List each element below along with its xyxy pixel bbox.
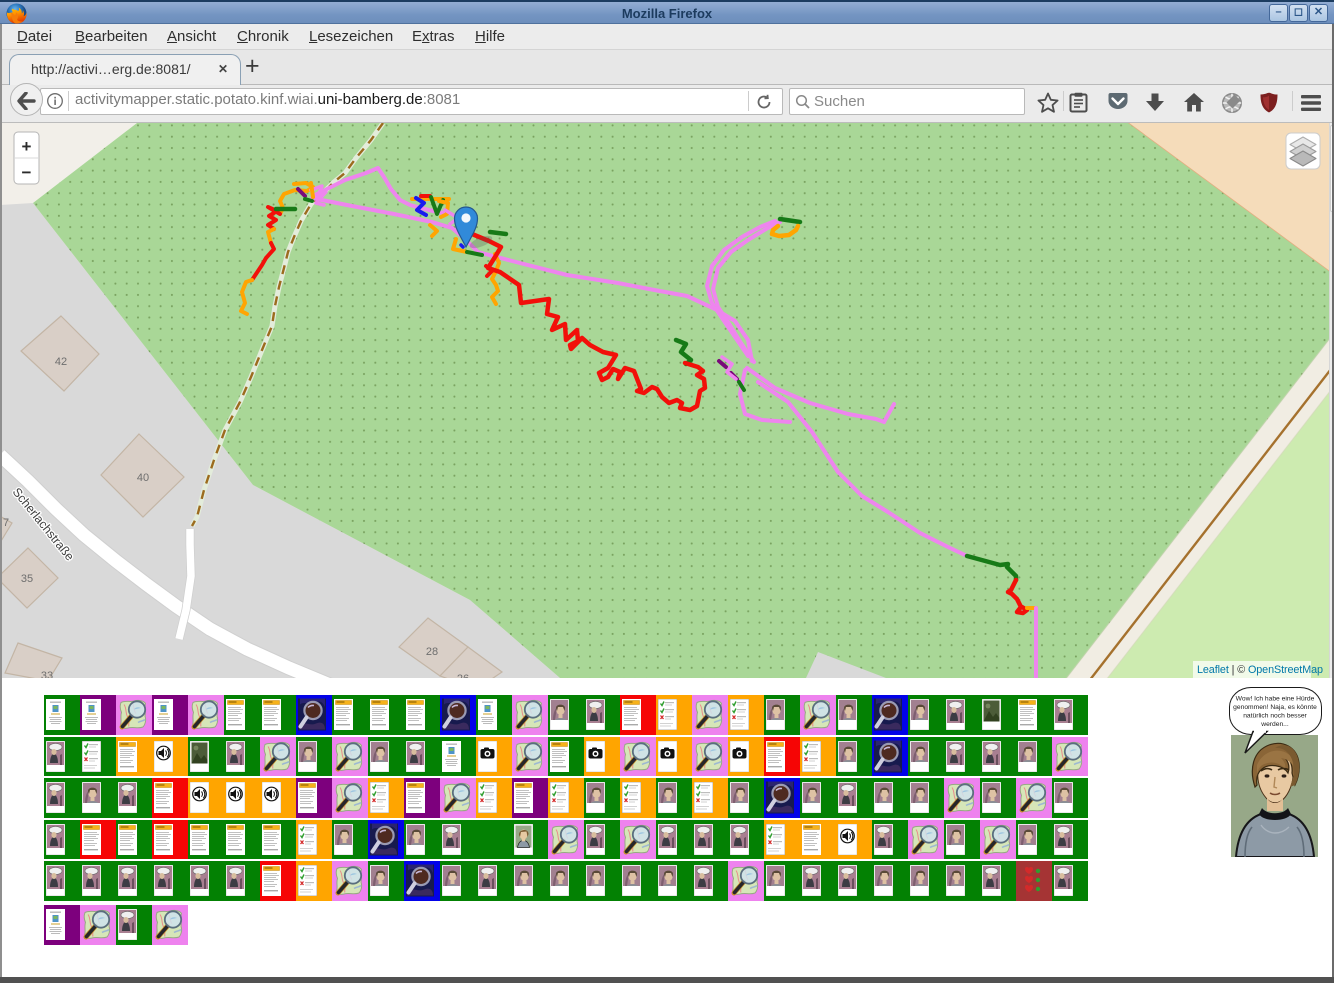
svg-text:7: 7 <box>3 517 9 529</box>
svg-text:42: 42 <box>55 356 67 368</box>
svg-text:−: − <box>22 163 32 182</box>
svg-text:werden...: werden... <box>1260 721 1289 728</box>
svg-text:35: 35 <box>21 573 33 585</box>
svg-text:33: 33 <box>41 670 53 678</box>
svg-text:26: 26 <box>457 673 469 678</box>
svg-text:natürlich noch besser: natürlich noch besser <box>1243 713 1307 720</box>
svg-text:Wow! Ich habe eine Hürde: Wow! Ich habe eine Hürde <box>1236 696 1315 703</box>
svg-text:40: 40 <box>137 472 149 484</box>
svg-text:genommen! Naja, es könnte: genommen! Naja, es könnte <box>1233 704 1317 711</box>
svg-text:Leaflet | © OpenStreetMap: Leaflet | © OpenStreetMap <box>1197 664 1323 676</box>
svg-text:28: 28 <box>426 646 438 658</box>
svg-text:+: + <box>22 137 32 156</box>
